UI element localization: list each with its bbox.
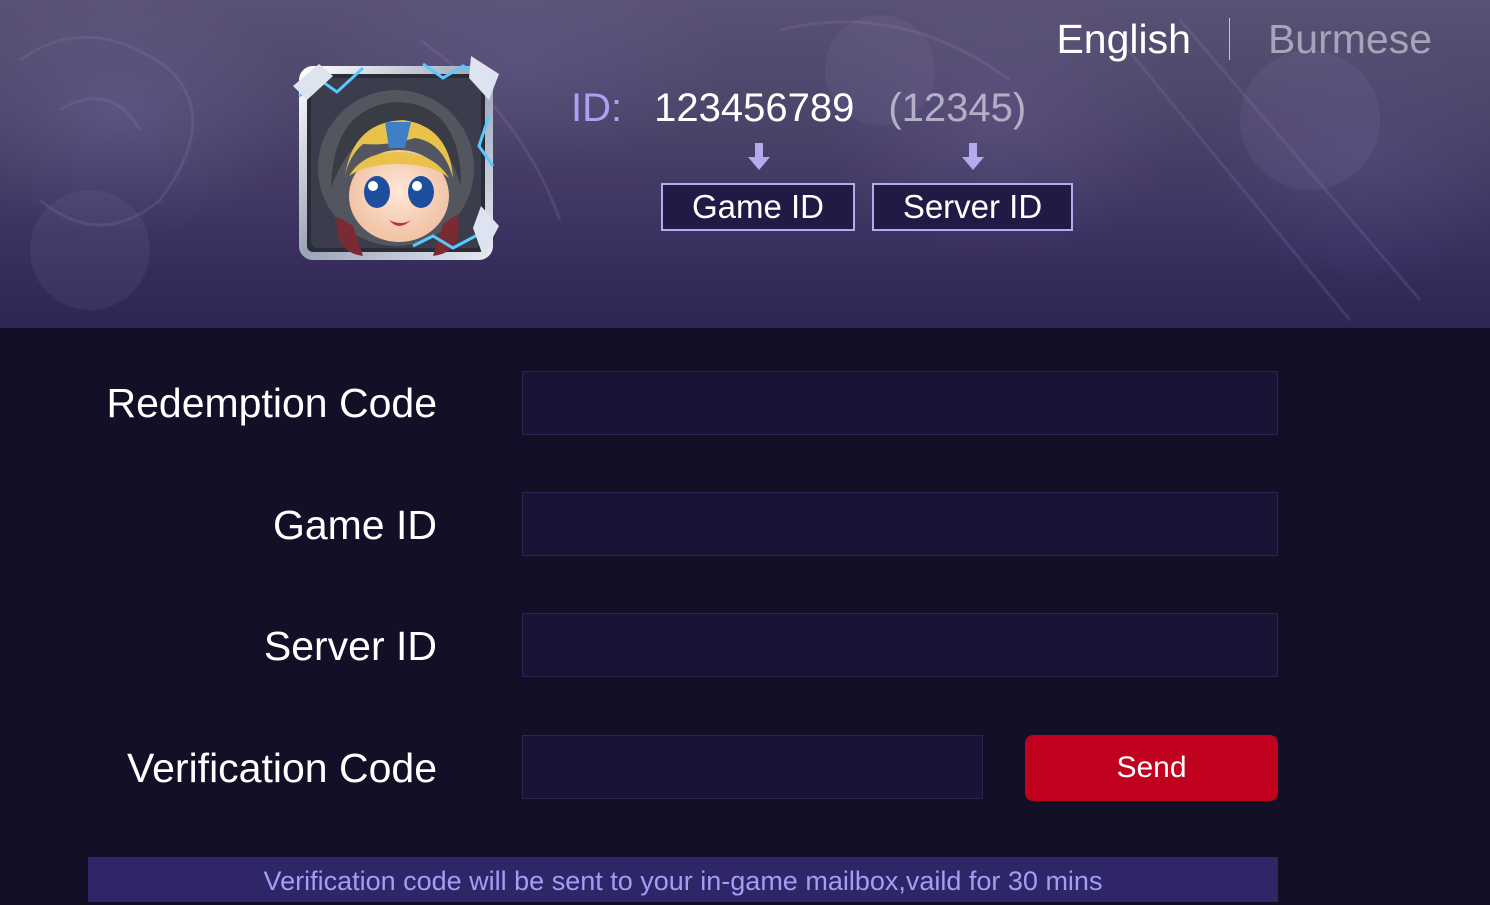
language-switcher: English Burmese — [1056, 16, 1432, 62]
language-burmese[interactable]: Burmese — [1268, 16, 1432, 62]
redemption-code-input[interactable] — [522, 371, 1278, 435]
server-id-label: Server ID — [263, 623, 437, 669]
language-divider — [1228, 18, 1230, 60]
verification-code-label: Verification Code — [127, 745, 437, 791]
language-english[interactable]: English — [1056, 16, 1190, 62]
game-id-input[interactable] — [522, 492, 1278, 556]
hero-avatar — [293, 56, 499, 260]
header-banner: English Burmese ID: 123456789 (12345) Ga… — [0, 0, 1490, 328]
game-id-label: Game ID — [272, 502, 437, 548]
id-example: ID: 123456789 (12345) — [571, 86, 1026, 136]
redemption-code-label: Redemption Code — [106, 380, 437, 426]
arrow-down-icon — [962, 143, 984, 170]
verification-code-input[interactable] — [522, 735, 983, 799]
arrow-down-icon — [748, 143, 770, 170]
verification-notice: Verification code will be sent to your i… — [88, 857, 1278, 902]
server-id-input[interactable] — [522, 613, 1278, 677]
send-code-button[interactable]: Send — [1025, 735, 1278, 801]
game-id-caption: Game ID — [661, 183, 855, 231]
example-server-id: (12345) — [888, 86, 1027, 130]
server-id-caption: Server ID — [872, 183, 1073, 231]
example-game-id: 123456789 — [654, 86, 855, 130]
id-prefix: ID: — [571, 86, 623, 130]
